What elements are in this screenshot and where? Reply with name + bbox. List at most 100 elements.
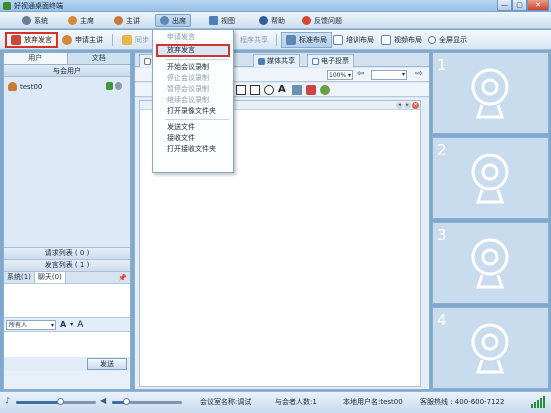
status-bar: ♪ ◀ 会议室名称:调试 与会者人数:1 本地用户名:test00 客服热线 :… bbox=[0, 391, 551, 413]
ellipse-icon[interactable] bbox=[264, 85, 274, 95]
slot-number: 1 bbox=[437, 56, 447, 74]
slot-number: 2 bbox=[437, 141, 447, 159]
button-label: 标准布局 bbox=[299, 36, 327, 44]
tab-media-share[interactable]: 媒体共享 bbox=[253, 54, 300, 67]
font-size-icon[interactable]: A bbox=[77, 320, 83, 330]
sync-button[interactable]: 同步 bbox=[118, 32, 153, 48]
list-item[interactable]: test00 bbox=[8, 81, 126, 92]
request-list-bar[interactable]: 请求列表 ( 0 ) bbox=[4, 247, 130, 259]
video-layout-button[interactable]: 视频布局 bbox=[377, 32, 426, 48]
close-icon[interactable]: ✕ bbox=[412, 102, 419, 109]
video-slot[interactable]: 2 bbox=[432, 137, 549, 219]
button-label: 培训布局 bbox=[346, 36, 374, 44]
tab-chat[interactable]: 聊天(0) bbox=[34, 272, 66, 283]
button-label: 同步 bbox=[135, 36, 149, 44]
mic-volume-fill bbox=[16, 401, 60, 404]
vote-icon bbox=[312, 57, 319, 65]
left-tabs: 用户 文档 bbox=[4, 53, 130, 65]
text-tool-icon[interactable]: A bbox=[278, 85, 288, 95]
user-name: test00 bbox=[20, 82, 43, 91]
microphone-off-icon bbox=[11, 35, 21, 45]
send-row: 发送 bbox=[4, 357, 130, 371]
support-hotline: 客服热线 : 400-600-7122 bbox=[420, 398, 505, 406]
menu-help[interactable]: 帮助 bbox=[255, 14, 289, 27]
fullscreen-button[interactable]: 全屏显示 bbox=[424, 32, 471, 48]
menu-item-pause-recording[interactable]: 暂停会议录制 bbox=[153, 84, 233, 95]
rounded-rect-icon[interactable] bbox=[250, 85, 260, 95]
slider-knob[interactable] bbox=[57, 398, 64, 405]
next-page-icon[interactable]: ⇨ bbox=[415, 69, 423, 79]
button-label: 申请主讲 bbox=[75, 36, 103, 44]
toolbar-divider bbox=[112, 34, 113, 46]
attendee-user-icon bbox=[160, 16, 169, 25]
eraser-icon[interactable] bbox=[306, 85, 316, 95]
microphone-icon: ♪ bbox=[5, 396, 11, 405]
image-tool-icon[interactable] bbox=[292, 85, 302, 95]
rectangle-icon[interactable] bbox=[236, 85, 246, 95]
folder-icon bbox=[122, 35, 132, 45]
minimize-button[interactable]: — bbox=[497, 0, 512, 11]
menu-feedback[interactable]: 反馈问题 bbox=[298, 14, 346, 27]
tab-users[interactable]: 用户 bbox=[4, 53, 68, 64]
training-layout-button[interactable]: 培训布局 bbox=[329, 32, 378, 48]
video-slot[interactable]: 4 bbox=[432, 307, 549, 389]
title-bar: 好视通桌面终端 — ▢ ✕ bbox=[0, 0, 551, 12]
menu-item-give-up-speaking[interactable]: 放弃发言 bbox=[156, 44, 230, 57]
slider-knob[interactable] bbox=[123, 398, 130, 405]
video-slot[interactable]: 1 bbox=[432, 52, 549, 134]
page-select[interactable] bbox=[371, 70, 407, 80]
color-picker-icon[interactable] bbox=[320, 85, 330, 95]
menu-view[interactable]: 视图 bbox=[205, 14, 239, 27]
menu-label: 出席 bbox=[172, 16, 186, 25]
button-label: 全屏显示 bbox=[439, 36, 467, 44]
menu-item-start-recording[interactable]: 开始会议录制 bbox=[153, 62, 233, 73]
slot-number: 4 bbox=[437, 311, 447, 329]
send-button[interactable]: 发送 bbox=[87, 358, 127, 370]
local-username: 本地用户名:test00 bbox=[343, 398, 403, 406]
prev-page-icon[interactable]: ⇦ bbox=[357, 69, 365, 79]
menu-item-apply-speaking[interactable]: 申请发言 bbox=[153, 32, 233, 43]
zoom-select[interactable]: 100% bbox=[327, 70, 353, 80]
video-slot[interactable]: 3 bbox=[432, 222, 549, 304]
menu-item-open-recording-folder[interactable]: 打开录像文件夹 bbox=[153, 106, 233, 117]
toolbar-divider bbox=[276, 34, 277, 46]
program-share-button[interactable]: 程序共享 bbox=[236, 32, 272, 48]
next-icon[interactable]: ▸ bbox=[404, 102, 411, 109]
tab-documents[interactable]: 文档 bbox=[68, 53, 131, 64]
webcam-icon bbox=[471, 68, 509, 119]
chevron-down-icon[interactable]: ▾ bbox=[70, 321, 73, 328]
speak-list-bar[interactable]: 发言列表 ( 1 ) bbox=[4, 259, 130, 271]
menu-item-open-receive-folder[interactable]: 打开接收文件夹 bbox=[153, 144, 233, 155]
media-icon bbox=[258, 57, 265, 65]
menu-attend[interactable]: 出席 bbox=[155, 14, 191, 27]
menu-label: 视图 bbox=[221, 16, 235, 25]
speaker-volume-slider[interactable] bbox=[112, 398, 182, 405]
mic-volume-slider[interactable] bbox=[16, 398, 96, 405]
tab-system[interactable]: 系统(1) bbox=[4, 272, 35, 283]
chair-user-icon bbox=[68, 16, 77, 25]
close-button[interactable]: ✕ bbox=[527, 0, 549, 11]
give-up-speaking-button[interactable]: 放弃发言 bbox=[5, 32, 58, 48]
prev-icon[interactable]: ◂ bbox=[396, 102, 403, 109]
menu-item-receive-file[interactable]: 接收文件 bbox=[153, 133, 233, 144]
chat-input[interactable] bbox=[4, 331, 130, 357]
font-color-icon[interactable]: A bbox=[60, 320, 66, 329]
menu-system[interactable]: 系统 bbox=[18, 14, 52, 27]
menu-item-resume-recording[interactable]: 继续会议录制 bbox=[153, 95, 233, 106]
menu-item-stop-recording[interactable]: 停止会议录制 bbox=[153, 73, 233, 84]
tab-label: 电子投票 bbox=[321, 57, 349, 65]
camera-icon bbox=[115, 82, 122, 90]
menu-presenter[interactable]: 主讲 bbox=[110, 14, 144, 27]
pin-icon[interactable]: 📌 bbox=[118, 274, 127, 282]
recipient-select[interactable]: 所有人 bbox=[6, 319, 56, 330]
menu-label: 主席 bbox=[80, 16, 94, 25]
apply-presenter-button[interactable]: 申请主讲 bbox=[58, 32, 107, 48]
menu-separator bbox=[165, 59, 229, 60]
standard-layout-button[interactable]: 标准布局 bbox=[281, 32, 332, 48]
menu-chair[interactable]: 主席 bbox=[64, 14, 98, 27]
maximize-button[interactable]: ▢ bbox=[512, 0, 527, 11]
participants-header: 与会用户 bbox=[4, 65, 130, 77]
tab-voting[interactable]: 电子投票 bbox=[307, 54, 354, 67]
menu-item-send-file[interactable]: 发送文件 bbox=[153, 122, 233, 133]
feedback-icon bbox=[302, 16, 311, 25]
